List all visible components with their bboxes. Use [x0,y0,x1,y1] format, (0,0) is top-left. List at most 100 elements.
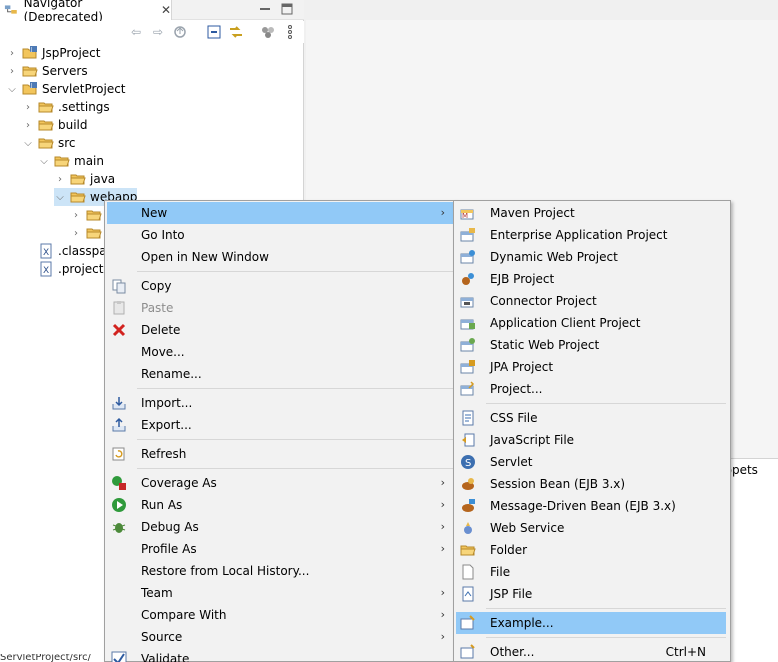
close-icon[interactable]: ✕ [161,3,171,17]
menu-item[interactable]: Restore from Local History... [107,560,453,582]
submenu-item-label: Maven Project [490,206,575,220]
submenu-item[interactable]: Connector Project [456,290,726,312]
menu-item[interactable]: Debug As › [107,516,453,538]
menu-item[interactable]: Move... [107,341,453,363]
collapse-all-icon[interactable] [206,24,222,40]
tree-item[interactable]: X .project [22,260,103,278]
chevron-right-icon[interactable]: › [22,119,34,131]
menu-icon-slot [111,607,127,623]
submenu-item[interactable]: CSS File [456,407,726,429]
submenu-item-label: Dynamic Web Project [490,250,618,264]
submenu-item[interactable]: Application Client Project [456,312,726,334]
chevron-down-icon[interactable]: ⌵ [54,191,66,203]
mdb-icon [460,498,476,514]
tree-item[interactable]: › build [22,116,88,134]
submenu-item[interactable]: EJB Project [456,268,726,290]
menu-separator [137,468,453,469]
menu-item[interactable]: Open in New Window [107,246,453,268]
view-menu-icon[interactable] [282,24,298,40]
submenu-item[interactable]: Session Bean (EJB 3.x) [456,473,726,495]
chevron-right-icon[interactable]: › [70,227,82,239]
menu-item[interactable]: Copy [107,275,453,297]
menu-item[interactable]: Team › [107,582,453,604]
chevron-right-icon[interactable]: › [22,101,34,113]
submenu-item[interactable]: JPA Project [456,356,726,378]
menu-item[interactable]: Export... [107,414,453,436]
chevron-right-icon: › [440,542,445,555]
folder-icon [38,99,54,115]
tree-item[interactable]: ⌵ src [22,134,75,152]
folder-icon [70,171,86,187]
menu-item[interactable]: Run As › [107,494,453,516]
chevron-down-icon[interactable]: ⌵ [6,83,18,95]
tree-item[interactable]: X .classpat [22,242,111,260]
submenu-item[interactable]: Enterprise Application Project [456,224,726,246]
submenu-item[interactable]: Project... [456,378,726,400]
menu-icon-slot [111,227,127,243]
submenu-item[interactable]: JavaScript File [456,429,726,451]
submenu-item[interactable]: M Maven Project [456,202,726,224]
chevron-right-icon[interactable]: › [70,209,82,221]
tree-item[interactable]: › J JspProject [6,44,100,62]
menu-item[interactable]: Import... [107,392,453,414]
menu-separator [486,403,726,404]
new-submenu: M Maven Project Enterprise Application Pro… [453,200,731,662]
tree-item[interactable]: › Servers [6,62,88,80]
menu-item-label: Compare With [141,608,227,622]
menu-item[interactable]: Delete [107,319,453,341]
jpa-icon [460,359,476,375]
chevron-down-icon[interactable]: ⌵ [22,137,34,149]
maximize-icon[interactable] [280,2,294,16]
menu-item-label: Paste [141,301,174,315]
menu-item[interactable]: Go Into [107,224,453,246]
submenu-item[interactable]: S Servlet [456,451,726,473]
tab-navigator[interactable]: Navigator (Deprecated) ✕ [0,0,172,24]
chevron-right-icon[interactable]: › [54,173,66,185]
tree-item[interactable]: › .settings [22,98,110,116]
menu-item[interactable]: Source › [107,626,453,648]
submenu-item[interactable]: File [456,561,726,583]
forward-icon[interactable]: ⇨ [150,24,166,40]
folder-icon [86,207,102,223]
submenu-item-label: Web Service [490,521,565,535]
menu-item[interactable]: Compare With › [107,604,453,626]
up-icon[interactable] [172,24,188,40]
menu-item[interactable]: Validate [107,648,453,662]
submenu-item-label: JPA Project [490,360,554,374]
tree-item[interactable]: › java [54,170,115,188]
menu-item-label: Coverage As [141,476,217,490]
menu-item-label: Refresh [141,447,187,461]
tree-item[interactable]: › [70,224,106,242]
minimize-icon[interactable] [258,2,272,16]
submenu-item-label: Connector Project [490,294,597,308]
submenu-item[interactable]: Dynamic Web Project [456,246,726,268]
link-with-editor-icon[interactable] [228,24,244,40]
tree-item-label: main [74,154,104,168]
submenu-item[interactable]: Other... Ctrl+N [456,641,726,662]
menu-item[interactable]: Refresh [107,443,453,465]
folder-icon [38,135,54,151]
submenu-item[interactable]: Message-Driven Bean (EJB 3.x) [456,495,726,517]
menu-separator [486,637,726,638]
menu-item[interactable]: New › [107,202,453,224]
menu-item[interactable]: Rename... [107,363,453,385]
menu-item[interactable]: Profile As › [107,538,453,560]
chevron-right-icon[interactable]: › [6,47,18,59]
chevron-right-icon[interactable]: › [6,65,18,77]
menu-item-label: Move... [141,345,185,359]
tree-item[interactable]: ⌵ J ServletProject [6,80,126,98]
tree-item[interactable]: › [70,206,106,224]
menu-item[interactable]: Coverage As › [107,472,453,494]
folder-icon [460,542,476,558]
submenu-item[interactable]: Example... [456,612,726,634]
chevron-down-icon[interactable]: ⌵ [38,155,50,167]
submenu-item[interactable]: JSP File [456,583,726,605]
back-icon[interactable]: ⇦ [128,24,144,40]
tree-item[interactable]: ⌵ main [38,152,104,170]
submenu-item[interactable]: Static Web Project [456,334,726,356]
submenu-item[interactable]: Folder [456,539,726,561]
menu-icon-slot [111,563,127,579]
submenu-item[interactable]: Web Service [456,517,726,539]
menu-item[interactable]: Paste [107,297,453,319]
filter-icon[interactable] [260,24,276,40]
